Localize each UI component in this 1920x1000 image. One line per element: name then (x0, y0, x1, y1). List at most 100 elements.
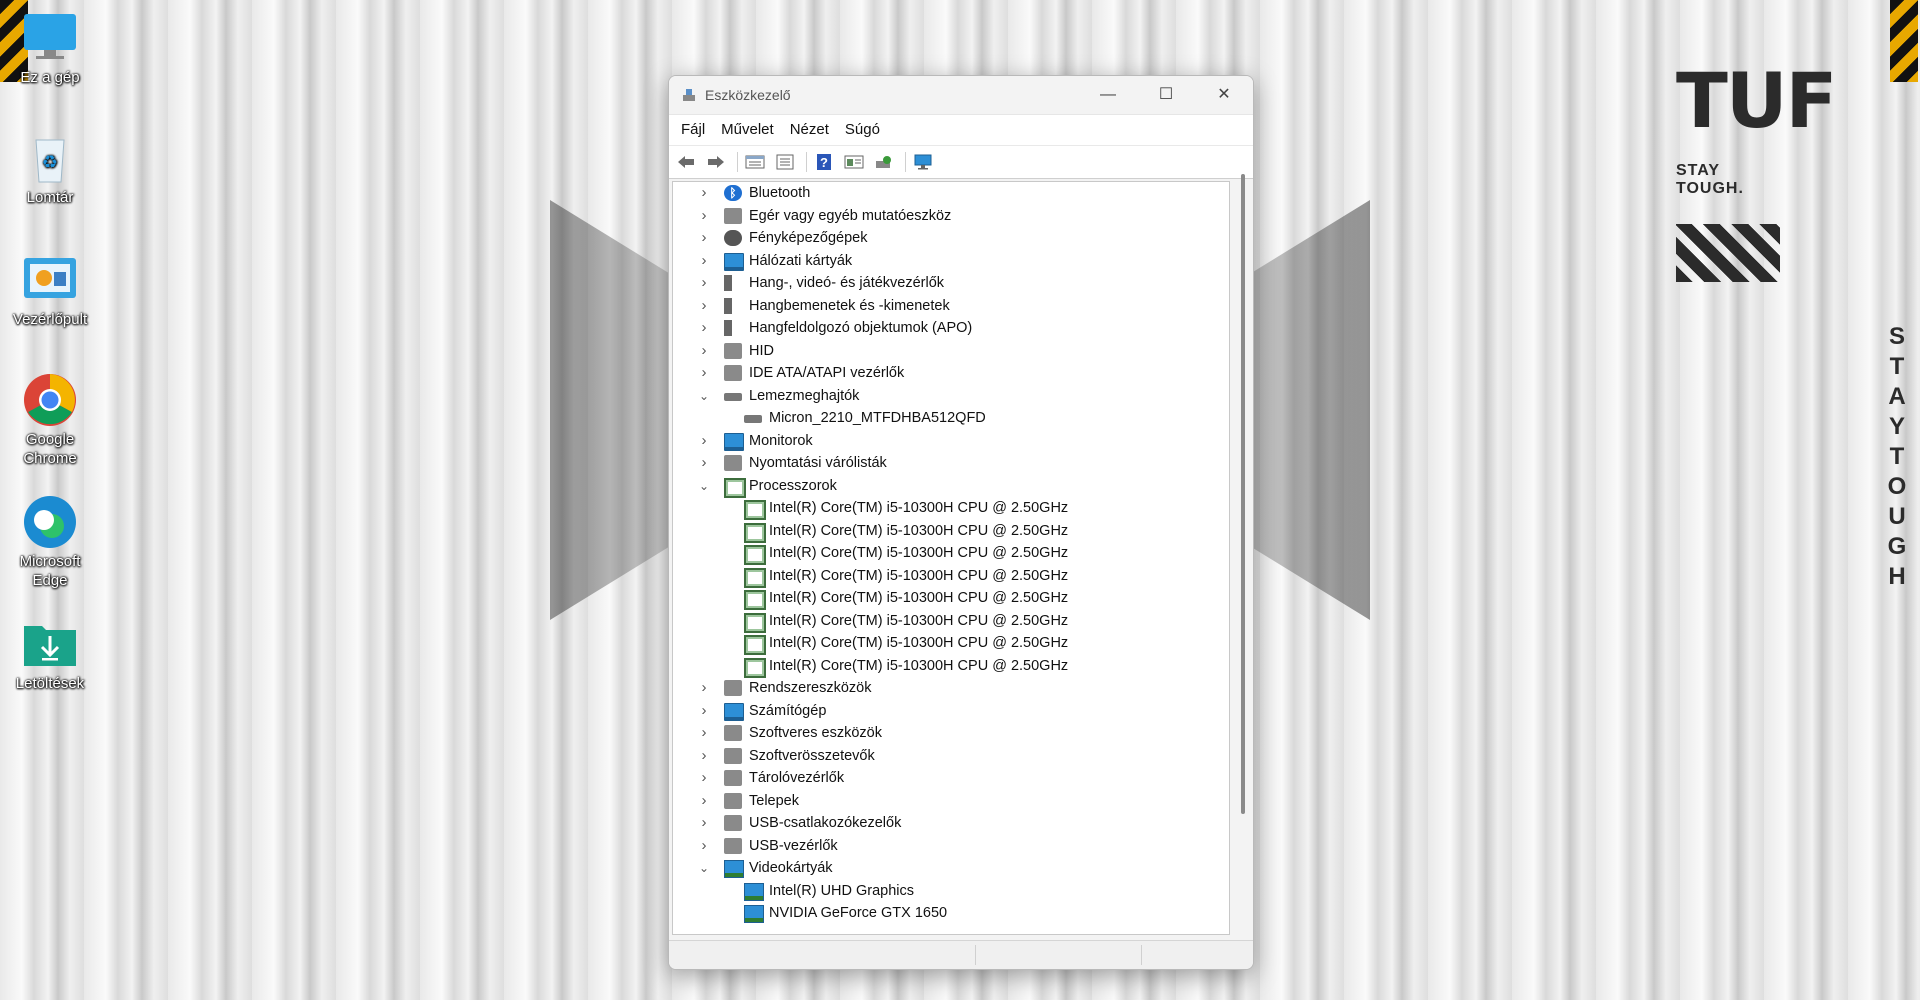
desktop-icon-label: Vezérlőpult (12, 311, 88, 328)
chevron-right-icon[interactable]: › (697, 790, 711, 812)
chevron-right-icon[interactable]: › (697, 767, 711, 789)
device-tree[interactable]: › ᛒ Bluetooth › Egér vagy egyéb mutatóeszköz… (672, 181, 1230, 935)
tree-item-label: Videokártyák (749, 860, 833, 876)
tree-category[interactable]: › Monitorok (673, 430, 1229, 453)
tree-item-label: Intel(R) Core(TM) i5-10300H CPU @ 2.50GH… (769, 590, 1069, 606)
list-view-button[interactable] (772, 150, 798, 174)
chevron-right-icon[interactable]: › (697, 700, 711, 722)
chevron-down-icon[interactable]: ⌄ (697, 385, 711, 407)
tree-category[interactable]: › USB-csatlakozókezelők (673, 812, 1229, 835)
close-button[interactable]: ✕ (1195, 76, 1253, 114)
chevron-right-icon[interactable]: › (697, 835, 711, 857)
tree-device[interactable]: Intel(R) Core(TM) i5-10300H CPU @ 2.50GH… (673, 497, 1229, 520)
tree-category[interactable]: › Hangfeldolgozó objektumok (APO) (673, 317, 1229, 340)
forward-button[interactable] (703, 150, 729, 174)
tree-device[interactable]: Intel(R) Core(TM) i5-10300H CPU @ 2.50GH… (673, 520, 1229, 543)
tree-device[interactable]: Intel(R) Core(TM) i5-10300H CPU @ 2.50GH… (673, 632, 1229, 655)
tree-category[interactable]: › Számítógép (673, 700, 1229, 723)
desktop-icon[interactable]: ♻ Lomtár (8, 130, 92, 207)
desktop-icon[interactable]: Letöltések (8, 616, 92, 693)
tree-category[interactable]: › Rendszereszközök (673, 677, 1229, 700)
tree-item-label: Egér vagy egyéb mutatóeszköz (749, 207, 952, 224)
tree-category[interactable]: › Nyomtatási várólisták (673, 452, 1229, 475)
tree-category[interactable]: › Tárolóvezérlők (673, 767, 1229, 790)
cpu-icon (744, 657, 766, 678)
tree-category[interactable]: › Telepek (673, 790, 1229, 813)
chevron-right-icon[interactable]: › (697, 452, 711, 474)
chevron-down-icon[interactable]: ⌄ (697, 475, 711, 497)
desktop-icon[interactable]: Vezérlőpult (8, 252, 92, 329)
menu-view[interactable]: Nézet (782, 115, 837, 145)
chevron-right-icon[interactable]: › (697, 317, 711, 339)
chevron-right-icon[interactable]: › (697, 745, 711, 767)
tree-category[interactable]: ⌄ Lemezmeghajtók (673, 385, 1229, 408)
menu-action[interactable]: Művelet (713, 115, 782, 145)
properties-view-icon (745, 155, 765, 169)
tree-scrollbar[interactable] (1241, 174, 1245, 814)
tree-category[interactable]: › HID (673, 340, 1229, 363)
tree-item-label: Szoftveres eszközök (749, 725, 882, 741)
tree-category[interactable]: › IDE ATA/ATAPI vezérlők (673, 362, 1229, 385)
tree-category[interactable]: ⌄ Processzorok (673, 475, 1229, 498)
tree-category[interactable]: ⌄ Videokártyák (673, 857, 1229, 880)
chevron-right-icon[interactable]: › (697, 340, 711, 362)
bluetooth-icon: ᛒ (724, 185, 742, 201)
speaker-icon (724, 320, 742, 336)
chevron-right-icon[interactable]: › (697, 722, 711, 744)
tree-device[interactable]: Intel(R) Core(TM) i5-10300H CPU @ 2.50GH… (673, 610, 1229, 633)
chevron-right-icon[interactable]: › (697, 205, 711, 227)
chevron-right-icon[interactable]: › (697, 677, 711, 699)
desktop-icon[interactable]: Google Chrome (8, 372, 92, 468)
tree-category[interactable]: › Hálózati kártyák (673, 250, 1229, 273)
cpu-icon (744, 567, 766, 588)
chevron-right-icon[interactable]: › (697, 362, 711, 384)
resources-view-button[interactable] (841, 150, 867, 174)
help-button[interactable]: ? (811, 150, 837, 174)
title-bar[interactable]: Eszközkezelő — ☐ ✕ (669, 76, 1253, 114)
tree-device[interactable]: Intel(R) UHD Graphics (673, 880, 1229, 903)
monitor-icon (724, 432, 744, 451)
maximize-button[interactable]: ☐ (1137, 76, 1195, 114)
tree-category[interactable]: › ᛒ Bluetooth (673, 182, 1229, 205)
desktop-icon-label: Letöltések (15, 675, 85, 692)
desktop-icon[interactable]: Ez a gép (8, 10, 92, 87)
tree-item-label: Hangbemenetek és -kimenetek (749, 297, 950, 314)
tree-category[interactable]: › Hangbemenetek és -kimenetek (673, 295, 1229, 318)
tree-item-label: HID (749, 342, 774, 359)
tree-category[interactable]: › Fényképezőgépek (673, 227, 1229, 250)
tree-device[interactable]: Intel(R) Core(TM) i5-10300H CPU @ 2.50GH… (673, 587, 1229, 610)
camera-icon (724, 230, 742, 246)
software-icon (724, 725, 742, 741)
cpu-icon (744, 635, 766, 655)
scan-hardware-button[interactable] (910, 150, 936, 174)
tree-device[interactable]: Micron_2210_MTFDHBA512QFD (673, 407, 1229, 430)
chevron-down-icon[interactable]: ⌄ (697, 857, 711, 879)
tree-category[interactable]: › USB-vezérlők (673, 835, 1229, 858)
chevron-right-icon[interactable]: › (697, 250, 711, 272)
chevron-right-icon[interactable]: › (697, 227, 711, 249)
menu-help[interactable]: Súgó (837, 115, 888, 145)
chevron-right-icon[interactable]: › (697, 272, 711, 294)
minimize-button[interactable]: — (1079, 76, 1137, 114)
tree-device[interactable]: Intel(R) Core(TM) i5-10300H CPU @ 2.50GH… (673, 542, 1229, 565)
back-button[interactable] (673, 150, 699, 174)
tree-category[interactable]: › Egér vagy egyéb mutatóeszköz (673, 205, 1229, 228)
storage-icon (724, 770, 742, 786)
chevron-right-icon[interactable]: › (697, 182, 711, 204)
chevron-right-icon[interactable]: › (697, 430, 711, 452)
chevron-right-icon[interactable]: › (697, 812, 711, 834)
usb-icon (724, 815, 742, 831)
desktop-icon[interactable]: Microsoft Edge (8, 494, 92, 590)
svg-text:♻: ♻ (42, 152, 58, 173)
tree-category[interactable]: › Hang-, videó- és játékvezérlők (673, 272, 1229, 295)
tree-device[interactable]: Intel(R) Core(TM) i5-10300H CPU @ 2.50GH… (673, 655, 1229, 678)
battery-icon (724, 792, 742, 809)
tree-category[interactable]: › Szoftveres eszközök (673, 722, 1229, 745)
update-driver-button[interactable] (871, 150, 897, 174)
tree-device[interactable]: Intel(R) Core(TM) i5-10300H CPU @ 2.50GH… (673, 565, 1229, 588)
tree-device[interactable]: NVIDIA GeForce GTX 1650 (673, 902, 1229, 925)
menu-file[interactable]: Fájl (673, 115, 713, 145)
properties-view-button[interactable] (742, 150, 768, 174)
chevron-right-icon[interactable]: › (697, 295, 711, 317)
tree-category[interactable]: › Szoftverösszetevők (673, 745, 1229, 768)
